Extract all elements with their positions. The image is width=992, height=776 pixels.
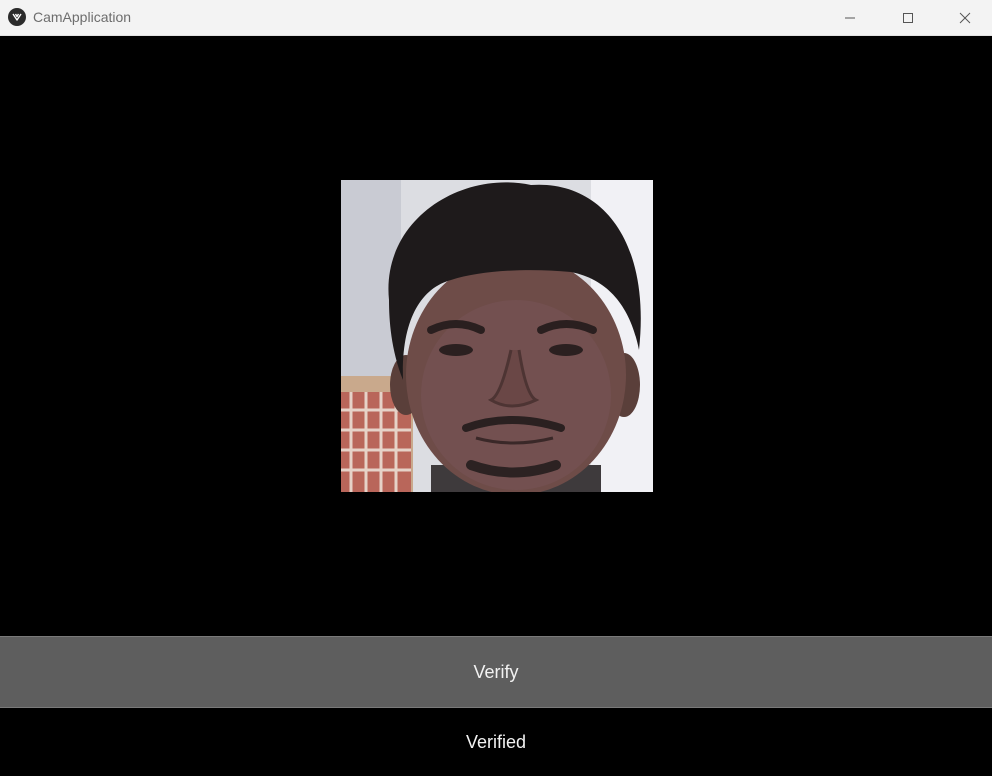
minimize-button[interactable]: [821, 0, 879, 35]
webcam-feed-image: [341, 180, 653, 492]
app-window: CamApplication Verify Verified: [0, 0, 992, 776]
verify-button-label: Verify: [473, 661, 519, 682]
status-text: Verified: [465, 732, 527, 752]
maximize-button[interactable]: [879, 0, 937, 35]
kivy-logo-icon: [8, 8, 26, 26]
verify-button[interactable]: Verify: [0, 636, 992, 708]
camera-area: [0, 36, 992, 636]
close-icon: [959, 12, 970, 23]
close-button[interactable]: [937, 0, 992, 35]
title-bar[interactable]: CamApplication: [0, 0, 992, 36]
verification-status-label: Verified: [0, 709, 992, 776]
minimize-icon: [845, 17, 855, 18]
maximize-icon: [903, 12, 913, 23]
window-title: CamApplication: [33, 9, 132, 25]
